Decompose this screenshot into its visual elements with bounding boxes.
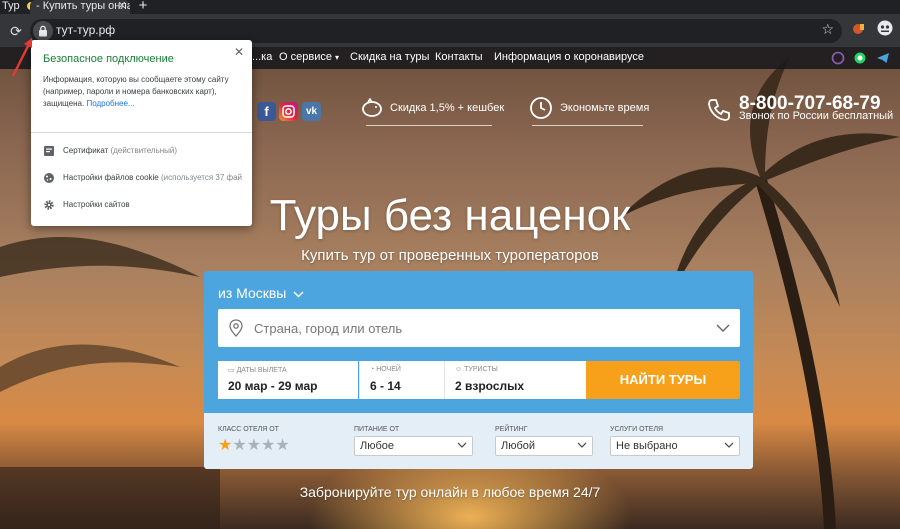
origin-city-select[interactable]: из Москвы [218, 285, 304, 301]
star-empty-icon[interactable]: ★ [232, 437, 246, 454]
lock-icon [39, 25, 47, 37]
destination-placeholder: Страна, город или отель [254, 321, 403, 336]
find-tours-button[interactable]: НАЙТИ ТУРЫ [586, 361, 740, 399]
star-empty-icon[interactable]: ★ [247, 437, 261, 454]
facebook-icon[interactable]: f [257, 102, 276, 121]
annotation-arrow-icon [11, 38, 32, 77]
site-info-popup: Безопасное подключение ✕ Информация, кот… [31, 40, 252, 226]
secure-connection-title: Безопасное подключение [43, 53, 174, 65]
origin-city-label: из Москвы [218, 285, 287, 301]
tourists-field[interactable]: ☺ Туристы 2 взрослых [444, 361, 586, 399]
hero-subtitle: Купить тур от проверенных туроператоров [301, 247, 599, 264]
feature-underline [366, 125, 492, 126]
certificate-icon [44, 146, 54, 156]
learn-more-link[interactable]: Подробнее... [86, 99, 134, 108]
tab-close-icon[interactable]: ✕ [116, 0, 128, 14]
certificate-status: (действительный) [110, 146, 178, 155]
chevron-down-icon[interactable] [716, 324, 730, 332]
vk-icon[interactable]: vk [302, 102, 321, 121]
instagram-icon[interactable] [279, 102, 298, 121]
chevron-down-icon [724, 442, 734, 448]
dates-field[interactable]: ▭ Даты вылета 20 мар - 29 мар [218, 361, 358, 399]
services-value: Не выбрано [616, 440, 678, 452]
secure-connection-text: Информация, которую вы сообщаете этому с… [43, 74, 243, 110]
rating-label: Рейтинг [495, 426, 528, 433]
nights-label: ◔ Ночей [370, 366, 401, 373]
certificate-label: Сертификат [63, 146, 109, 155]
meal-value: Любое [360, 440, 395, 452]
nights-value: 6 - 14 [370, 379, 401, 393]
star-empty-icon[interactable]: ★ [275, 437, 289, 454]
nav-item-contacts[interactable]: Контакты [435, 51, 483, 63]
whatsapp-icon[interactable] [853, 51, 867, 65]
site-settings-label: Настройки сайтов [63, 200, 130, 209]
secure-connection-description: Информация, которую вы сообщаете этому с… [43, 75, 229, 108]
hotel-class-label: Класс отеля от [218, 426, 279, 433]
site-settings-item[interactable]: Настройки сайтов [43, 198, 248, 212]
site-info-button[interactable] [33, 21, 53, 41]
services-label: Услуги отеля [610, 426, 664, 433]
services-select[interactable]: Не выбрано [610, 436, 740, 456]
meal-label: Питание от [354, 426, 400, 433]
feature-underline [532, 125, 643, 126]
feature-save-time: Экономьте время [560, 102, 650, 114]
meal-select[interactable]: Любое [354, 436, 473, 456]
profile-avatar-icon[interactable] [874, 20, 896, 42]
nav-item-discount[interactable]: Скидка на туры [350, 51, 429, 63]
cookie-settings-item[interactable]: Настройки файлов cookie (используется 37… [43, 171, 248, 185]
bookmark-star-icon[interactable]: ☆ [821, 21, 834, 38]
nights-field[interactable]: ◔ Ночей 6 - 14 [359, 361, 444, 399]
nav-item-partial[interactable]: ...ка [252, 51, 272, 63]
telegram-icon[interactable] [876, 51, 890, 65]
clock-icon [530, 97, 552, 119]
rating-value: Любой [501, 440, 536, 452]
tour-search-form: из Москвы Страна, город или отель ▭ Даты… [204, 271, 753, 469]
tab-active[interactable]: - Купить туры онлайн [30, 0, 130, 14]
nav-item-covid-info[interactable]: Информация о коронавирусе [494, 51, 644, 63]
gear-icon [44, 200, 54, 210]
hotel-class-stars[interactable]: ★★★★★ [218, 436, 290, 456]
chevron-down-icon [577, 442, 587, 448]
new-tab-button[interactable]: + [135, 0, 151, 14]
nav-item-about[interactable]: О сервисе ▾ [279, 51, 339, 63]
booking-tagline: Забронируйте тур онлайн в любое время 24… [299, 484, 601, 500]
rating-select[interactable]: Любой [495, 436, 593, 456]
piggy-bank-icon [362, 97, 382, 117]
chevron-down-icon [293, 291, 304, 298]
certificate-item[interactable]: Сертификат (действительный) [43, 144, 248, 158]
cookie-settings-label: Настройки файлов cookie [63, 173, 159, 182]
star-empty-icon[interactable]: ★ [261, 437, 275, 454]
location-pin-icon [229, 319, 243, 337]
close-icon[interactable]: ✕ [234, 45, 244, 59]
calendar-icon: ▭ [228, 367, 237, 374]
dates-value: 20 мар - 29 мар [228, 379, 318, 393]
phone-icon [708, 99, 730, 121]
caret-down-icon: ▾ [335, 53, 340, 62]
person-icon: ☺ [455, 366, 465, 373]
chevron-down-icon [457, 442, 467, 448]
tourists-label: ☺ Туристы [455, 366, 498, 373]
star-filled-icon[interactable]: ★ [218, 437, 232, 454]
destination-input[interactable]: Страна, город или отель [218, 309, 740, 347]
nav-item-about-label: О сервисе [279, 51, 332, 63]
phone-note: Звонок по России бесплатный [739, 110, 894, 122]
feature-cashback: Скидка 1,5% + кешбек [390, 102, 505, 114]
url-text: тут-тур.рф [56, 23, 116, 37]
tab-previous-label: Тур [2, 0, 20, 12]
extension-icon[interactable] [848, 20, 870, 42]
dates-label: ▭ Даты вылета [228, 367, 287, 374]
tourists-value: 2 взрослых [455, 379, 525, 393]
cookie-count: (используется 37 фай [161, 173, 242, 182]
viber-icon[interactable] [831, 51, 845, 65]
popup-divider [31, 132, 252, 133]
tab-bar: Тур - Купить туры онлайн ✕ + [0, 0, 900, 14]
cookie-icon [44, 173, 54, 183]
